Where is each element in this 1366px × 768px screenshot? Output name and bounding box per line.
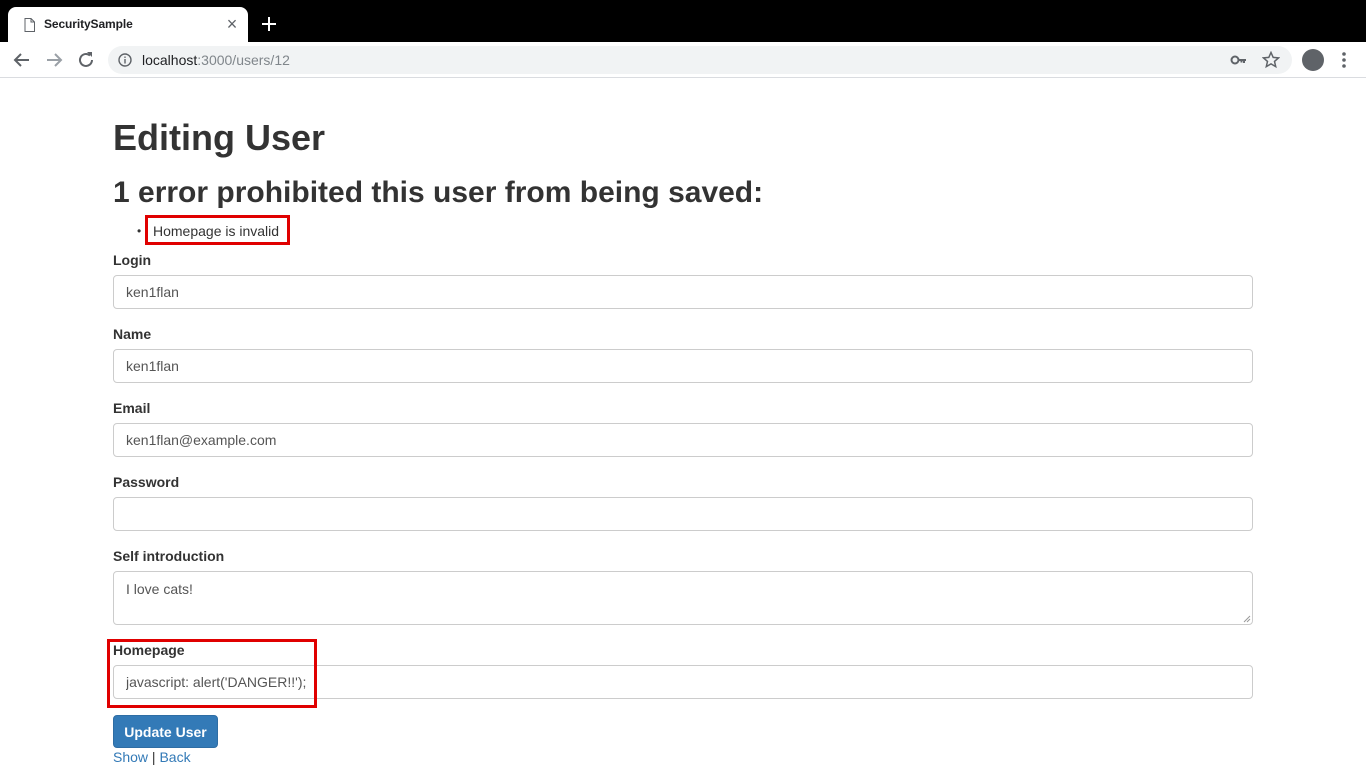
page-content: Editing User 1 error prohibited this use… (0, 79, 1366, 768)
update-user-button[interactable]: Update User (113, 715, 218, 748)
tab-title: SecuritySample (44, 17, 133, 31)
show-link[interactable]: Show (113, 749, 148, 765)
login-field[interactable] (113, 275, 1253, 309)
email-label: Email (113, 400, 151, 416)
footer-links: Show | Back (113, 749, 191, 765)
error-message: Homepage is invalid (153, 223, 280, 239)
key-icon[interactable] (1230, 53, 1248, 67)
reload-icon[interactable] (75, 49, 97, 71)
back-arrow-icon[interactable] (11, 49, 33, 71)
avatar[interactable] (1302, 49, 1324, 71)
browser-tab[interactable]: SecuritySample × (8, 7, 248, 42)
info-icon[interactable] (118, 53, 132, 67)
error-list: Homepage is invalid (137, 222, 279, 240)
url-host: localhost (142, 52, 198, 68)
star-icon[interactable] (1262, 51, 1280, 69)
self-introduction-textarea[interactable]: I love cats! (113, 571, 1253, 625)
name-field[interactable] (113, 349, 1253, 383)
password-field[interactable] (113, 497, 1253, 531)
new-tab-icon[interactable] (258, 13, 280, 35)
error-item: Homepage is invalid (137, 222, 279, 240)
forward-arrow-icon[interactable] (43, 49, 65, 71)
more-menu-icon[interactable] (1338, 50, 1350, 70)
homepage-label: Homepage (113, 642, 185, 658)
error-heading: 1 error prohibited this user from being … (113, 176, 764, 209)
password-label: Password (113, 474, 180, 490)
link-separator: | (151, 749, 156, 765)
url-text: localhost:3000/users/12 (142, 52, 290, 68)
close-icon[interactable]: × (224, 15, 240, 33)
browser-tabstrip: SecuritySample × (0, 0, 1366, 42)
back-link[interactable]: Back (159, 749, 190, 765)
url-path: :3000/users/12 (197, 52, 290, 68)
email-field[interactable] (113, 423, 1253, 457)
name-label: Name (113, 326, 152, 342)
address-bar[interactable]: localhost:3000/users/12 (108, 46, 1292, 74)
homepage-field[interactable] (113, 665, 1253, 699)
login-label: Login (113, 252, 152, 268)
page-icon (24, 18, 35, 32)
resize-handle-icon[interactable] (1241, 613, 1251, 623)
page-title: Editing User (113, 117, 326, 158)
self-introduction-label: Self introduction (113, 548, 225, 564)
browser-toolbar: localhost:3000/users/12 (0, 42, 1366, 78)
